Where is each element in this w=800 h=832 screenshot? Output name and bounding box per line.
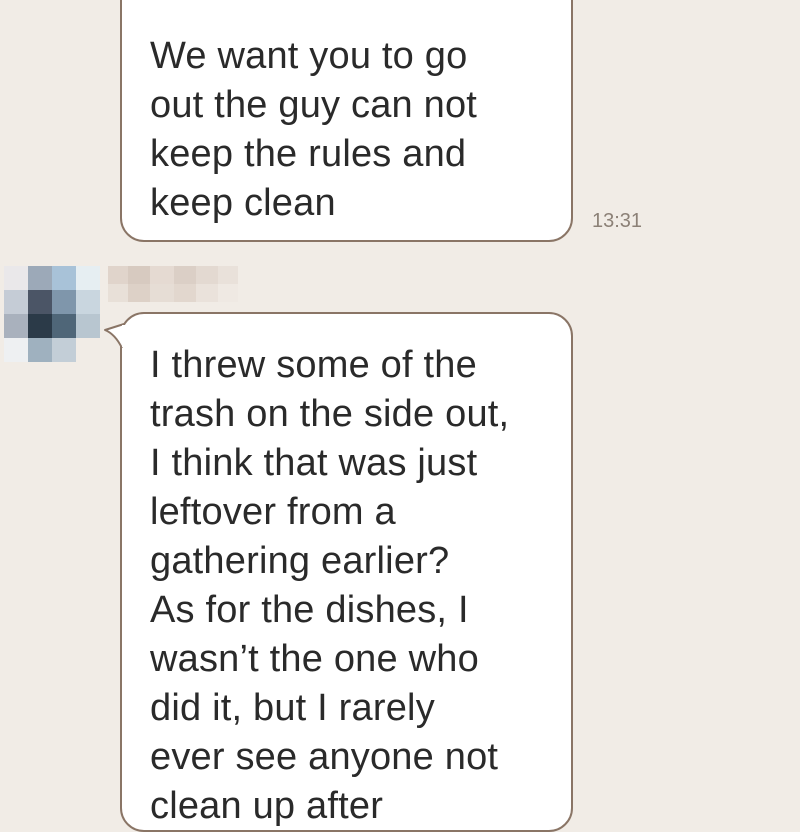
message-line: clean up after	[150, 785, 384, 827]
message-line: out the guy can not	[150, 84, 478, 126]
message-line: keep clean	[150, 182, 336, 224]
message-line: I think that was just	[150, 442, 478, 484]
message-line: I threw some of the	[150, 344, 477, 386]
message-line: As for the dishes, I	[150, 589, 469, 631]
pixelated-name-placeholder	[108, 266, 238, 302]
message-bubble-incoming-1[interactable]: We want you to go out the guy can not ke…	[120, 0, 573, 242]
pixelated-avatar-icon[interactable]	[4, 266, 100, 362]
message-line: wasn’t the one who	[150, 638, 479, 680]
message-line: ever see anyone not	[150, 736, 499, 778]
message-line: did it, but I rarely	[150, 687, 435, 729]
message-line: trash on the side out,	[150, 393, 510, 435]
message-timestamp: 13:31	[592, 210, 643, 232]
message-line: keep the rules and	[150, 133, 467, 175]
bubble-tail-icon	[104, 323, 125, 349]
message-line: gathering earlier?	[150, 540, 450, 582]
message-line: leftover from a	[150, 491, 396, 533]
message-bubble-incoming-2[interactable]: I threw some of the trash on the side ou…	[120, 312, 573, 832]
chat-thread: We want you to go out the guy can not ke…	[0, 0, 800, 832]
message-line: We want you to go	[150, 35, 468, 77]
